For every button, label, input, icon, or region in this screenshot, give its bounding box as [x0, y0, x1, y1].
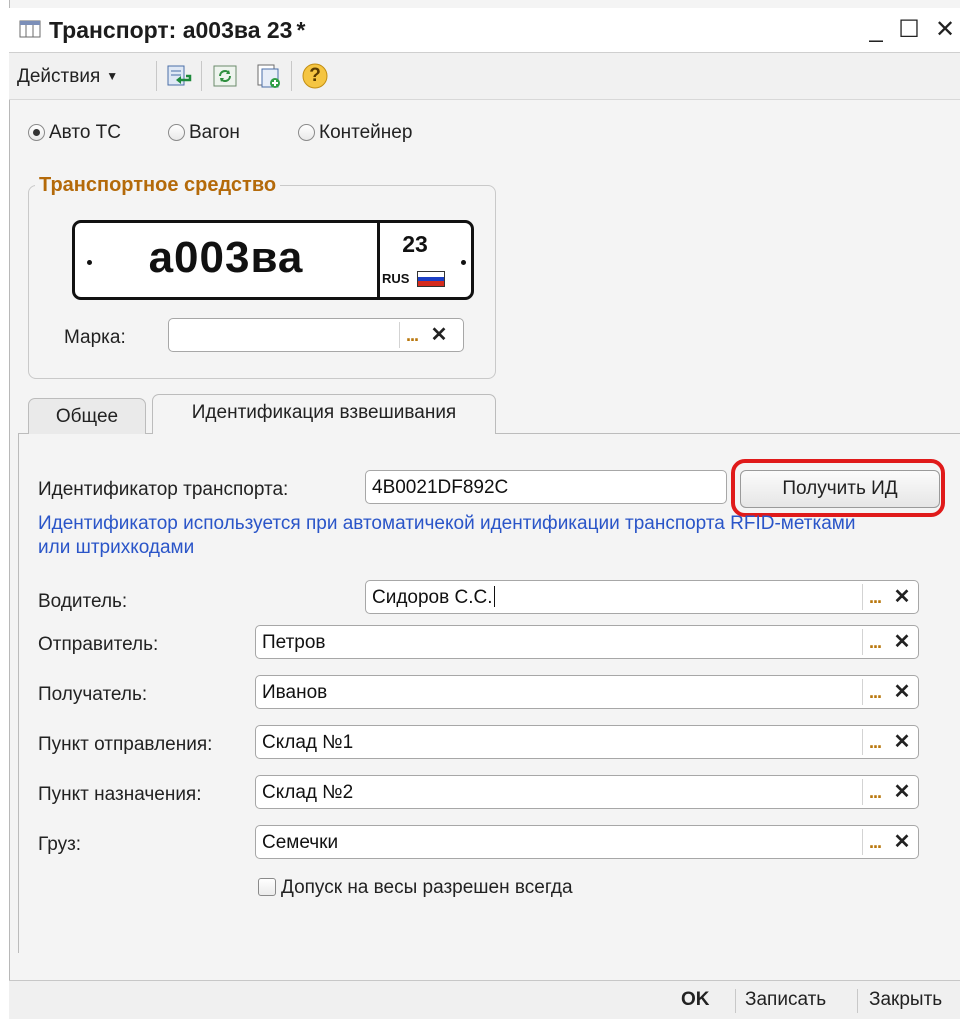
license-plate: а003ва 23 RUS — [72, 220, 474, 300]
command-divider — [857, 989, 858, 1013]
clear-icon[interactable]: ✕ — [890, 584, 914, 610]
radio-wagon[interactable]: Вагон — [168, 122, 240, 144]
clear-icon[interactable]: ✕ — [890, 829, 914, 855]
save-button[interactable]: Записать — [745, 987, 826, 1013]
radio-checked-icon — [28, 124, 45, 141]
select-button[interactable]: ... — [862, 679, 887, 705]
clear-icon[interactable]: ✕ — [890, 629, 914, 655]
departure-value: Склад №1 — [262, 732, 354, 753]
sender-value: Петров — [262, 632, 326, 653]
select-button[interactable]: ... — [862, 829, 887, 855]
refresh-button[interactable] — [210, 61, 240, 91]
select-button[interactable]: ... — [862, 729, 887, 755]
vehicle-id-label: Идентификатор транспорта: — [38, 479, 289, 500]
plate-bolt-icon — [461, 260, 466, 265]
clear-icon[interactable]: ✕ — [890, 729, 914, 755]
radio-auto-label: Авто ТС — [49, 122, 122, 143]
command-divider — [735, 989, 736, 1013]
radio-container[interactable]: Контейнер — [298, 122, 412, 144]
recipient-field[interactable]: Иванов ... ✕ — [255, 675, 919, 709]
brand-label: Марка: — [64, 327, 126, 348]
close-window-button[interactable]: ✕ — [928, 14, 960, 46]
actions-menu-button[interactable]: Действия ▼ — [11, 61, 124, 91]
copy-button[interactable] — [253, 61, 283, 91]
close-button[interactable]: Закрыть — [869, 987, 942, 1013]
clear-icon[interactable]: ✕ — [890, 779, 914, 805]
driver-value: Сидоров С.С. — [372, 586, 495, 610]
radio-unchecked-icon — [298, 124, 315, 141]
checkbox-unchecked-icon — [258, 878, 276, 896]
radio-wagon-label: Вагон — [189, 122, 240, 143]
refresh-icon — [213, 65, 237, 87]
recipient-label: Получатель: — [38, 684, 148, 705]
toolbar-divider — [156, 61, 157, 91]
select-button[interactable]: ... — [399, 322, 424, 348]
always-allowed-checkbox[interactable]: Допуск на весы разрешен всегда — [258, 876, 573, 900]
save-and-close-button[interactable] — [164, 61, 194, 91]
cargo-value: Семечки — [262, 832, 339, 853]
toolbar-divider — [291, 61, 292, 91]
toolbar: Действия ▼ ? — [9, 53, 960, 100]
actions-label: Действия — [17, 66, 101, 87]
help-glyph: ? — [309, 65, 321, 86]
window-title: Транспорт: а003ва 23 * — [49, 16, 305, 44]
tab-general[interactable]: Общее — [28, 398, 146, 434]
always-allowed-label: Допуск на весы разрешен всегда — [281, 877, 573, 898]
copy-icon — [257, 64, 280, 88]
bottom-command-bar: OK Записать Закрыть — [9, 980, 960, 1019]
vehicle-id-value: 4B0021DF892C — [372, 477, 509, 498]
plate-country: RUS — [382, 271, 410, 286]
plate-region: 23 — [402, 231, 428, 257]
id-hint-text: Идентификатор используется при автоматич… — [38, 513, 856, 558]
recipient-value: Иванов — [262, 682, 328, 703]
destination-value: Склад №2 — [262, 782, 354, 803]
highlight-annotation — [731, 459, 945, 517]
clear-icon[interactable]: ✕ — [427, 322, 451, 348]
sender-field[interactable]: Петров ... ✕ — [255, 625, 919, 659]
cargo-field[interactable]: Семечки ... ✕ — [255, 825, 919, 859]
toolbar-divider — [201, 61, 202, 91]
tab-weighing-identification[interactable]: Идентификация взвешивания — [152, 394, 496, 434]
brand-field[interactable]: ... ✕ — [168, 318, 464, 352]
driver-field[interactable]: Сидоров С.С. ... ✕ — [365, 580, 919, 614]
title-bar[interactable]: Транспорт: а003ва 23 * _ ☐ ✕ — [9, 8, 960, 53]
modified-marker: * — [296, 17, 306, 43]
select-button[interactable]: ... — [862, 584, 887, 610]
radio-auto[interactable]: Авто ТС — [28, 122, 121, 144]
russian-flag-icon — [417, 271, 445, 287]
vehicle-id-field[interactable]: 4B0021DF892C — [365, 470, 727, 504]
destination-field[interactable]: Склад №2 ... ✕ — [255, 775, 919, 809]
sender-label: Отправитель: — [38, 634, 159, 655]
ok-button[interactable]: OK — [681, 987, 710, 1013]
maximize-button[interactable]: ☐ — [892, 14, 926, 46]
vehicle-group-title: Транспортное средство — [35, 172, 281, 198]
save-and-close-icon — [167, 65, 192, 86]
driver-value-text: Сидоров С.С. — [372, 587, 493, 608]
help-button[interactable]: ? — [300, 61, 330, 91]
radio-container-label: Контейнер — [319, 122, 413, 143]
departure-label: Пункт отправления: — [38, 734, 213, 755]
plate-number: а003ва — [148, 233, 304, 282]
text-cursor — [493, 586, 495, 607]
clear-icon[interactable]: ✕ — [890, 679, 914, 705]
select-button[interactable]: ... — [862, 779, 887, 805]
minimize-button[interactable]: _ — [859, 14, 893, 46]
destination-label: Пункт назначения: — [38, 784, 202, 805]
departure-field[interactable]: Склад №1 ... ✕ — [255, 725, 919, 759]
driver-label: Водитель: — [38, 591, 128, 612]
select-button[interactable]: ... — [862, 629, 887, 655]
cargo-label: Груз: — [38, 834, 82, 855]
transport-form-window: Транспорт: а003ва 23* _ ☐ ✕ Действия ▼ — [0, 0, 960, 1019]
catalog-icon — [19, 20, 41, 38]
radio-unchecked-icon — [168, 124, 185, 141]
window-title-text: Транспорт: а003ва 23 — [49, 17, 293, 43]
plate-number-area: а003ва — [75, 223, 380, 297]
chevron-down-icon: ▼ — [106, 69, 119, 83]
